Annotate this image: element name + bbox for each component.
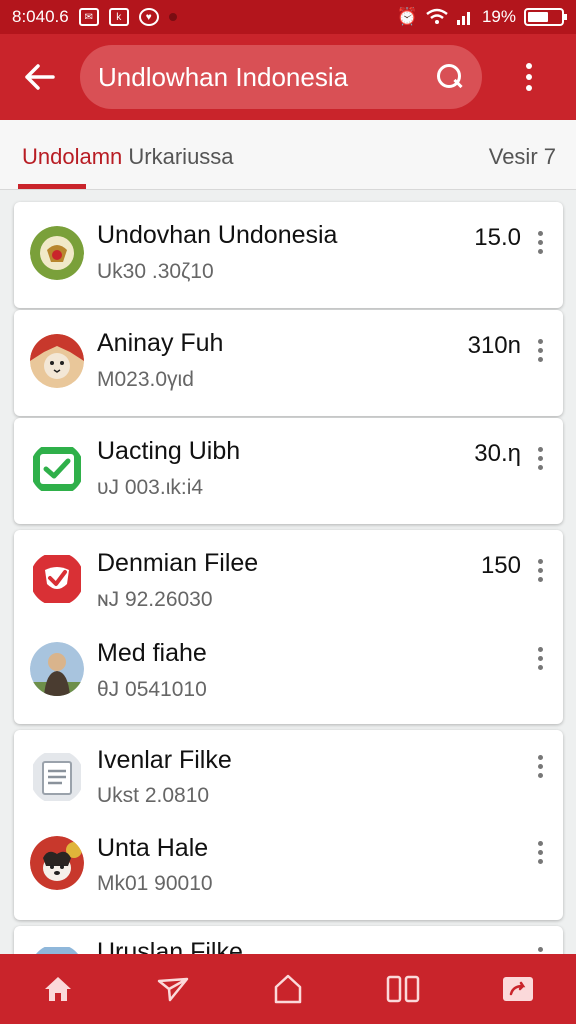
send-icon <box>157 977 189 1002</box>
tab-secondary-label: Urkariussa <box>128 144 234 169</box>
item-title: Unta Hale <box>97 834 209 862</box>
file-card: Ivenlar Filke Ukst 2.0810 Unta Hale Mk01… <box>14 730 563 920</box>
nav-send[interactable] <box>143 959 203 1019</box>
item-more-button[interactable] <box>527 838 553 866</box>
nav-house[interactable] <box>258 959 318 1019</box>
overflow-menu-button[interactable] <box>482 34 576 120</box>
wifi-icon <box>426 8 448 24</box>
file-card: Denmian Filee ɴJ 92.26030 150 Med fiahe … <box>14 530 563 724</box>
alarm-icon: ⏰ <box>396 7 418 26</box>
search-field[interactable]: Undlowhan Indonesia <box>80 45 482 109</box>
list-item[interactable]: Ivenlar Filke Ukst 2.0810 <box>14 730 563 822</box>
more-vert-icon <box>537 446 543 470</box>
tab-active[interactable]: Undolamn Urkariussa <box>22 144 234 170</box>
back-button[interactable] <box>0 34 80 120</box>
more-vert-icon <box>537 338 543 362</box>
status-time: 8:040.6 <box>12 7 69 26</box>
item-title: Aninay Fuh <box>97 329 224 357</box>
list-item[interactable]: Med fiahe θJ 0541010 <box>14 628 563 724</box>
notification-icon: ✉ <box>78 8 99 26</box>
file-card: Aninay Fuh M023.0γιd 310n <box>14 310 563 416</box>
arrow-left-icon <box>25 64 55 90</box>
more-vert-icon <box>537 558 543 582</box>
item-subtitle: ɴJ 92.26030 <box>97 588 213 611</box>
list-item[interactable]: Unta Hale Mk01 90010 <box>14 822 563 920</box>
dog-photo-icon <box>30 836 84 890</box>
item-title: Ivenlar Filke <box>97 746 232 774</box>
more-vert-icon <box>537 230 543 254</box>
search-icon[interactable] <box>434 62 464 92</box>
nav-cast[interactable] <box>488 959 548 1019</box>
item-subtitle: M023.0γιd <box>97 368 194 391</box>
version-label[interactable]: Vesir 7 <box>489 144 556 170</box>
shield-check-icon <box>33 555 81 603</box>
document-icon <box>33 753 81 801</box>
item-more-button[interactable] <box>527 444 553 472</box>
tab-bar: Undolamn Urkariussa Vesir 7 <box>0 120 576 190</box>
item-subtitle: Uk30 .30ζ10 <box>97 260 214 283</box>
item-title: Denmian Filee <box>97 549 259 577</box>
file-card: Undovhan Undonesia Uk30 .30ζ10 15.0 <box>14 202 563 308</box>
more-vert-icon <box>537 840 543 864</box>
status-dot <box>168 13 177 21</box>
item-more-button[interactable] <box>527 228 553 256</box>
item-subtitle: θJ 0541010 <box>97 678 207 701</box>
search-input[interactable]: Undlowhan Indonesia <box>98 62 434 93</box>
list-item[interactable]: Undovhan Undonesia Uk30 .30ζ10 15.0 <box>14 202 563 308</box>
list-item[interactable]: Denmian Filee ɴJ 92.26030 150 <box>14 530 563 628</box>
shield-notification-icon: ♥ <box>138 8 159 26</box>
battery-percent: 19% <box>481 7 516 26</box>
item-subtitle: Ukst 2.0810 <box>97 784 210 807</box>
item-value: 15.0 <box>474 224 521 251</box>
bottom-navigation <box>0 954 576 1024</box>
item-value: 30.η <box>474 440 521 467</box>
more-vert-icon <box>537 754 543 778</box>
item-more-button[interactable] <box>527 752 553 780</box>
item-subtitle: Mk01 90010 <box>97 872 213 895</box>
tab-indicator <box>18 184 86 189</box>
list-item[interactable]: Aninay Fuh M023.0γιd 310n <box>14 310 563 416</box>
item-title: Uacting Uibh <box>97 437 241 465</box>
item-value: 150 <box>480 552 521 579</box>
status-bar: 8:040.6 ✉ k ♥ ⏰ 19% <box>0 0 576 34</box>
app-bar: Undlowhan Indonesia <box>0 34 576 120</box>
item-title: Undovhan Undonesia <box>97 221 338 249</box>
more-vert-icon <box>526 63 532 91</box>
item-more-button[interactable] <box>527 556 553 584</box>
emblem-icon <box>30 226 84 280</box>
item-more-button[interactable] <box>527 644 553 672</box>
cat-portrait-icon <box>30 334 84 388</box>
person-photo-icon <box>30 642 84 696</box>
nav-columns[interactable] <box>373 959 433 1019</box>
home-icon <box>44 977 71 1001</box>
item-title: Med fiahe <box>97 639 207 667</box>
item-value: 310n <box>467 332 521 359</box>
item-more-button[interactable] <box>527 336 553 364</box>
more-vert-icon <box>537 646 543 670</box>
check-square-icon <box>33 447 81 491</box>
item-subtitle: υJ 003.ιk:i4 <box>97 476 204 499</box>
signal-icon <box>456 12 470 25</box>
battery-icon <box>524 8 567 26</box>
tab-active-label: Undolamn <box>22 144 123 169</box>
house-outline-icon <box>274 974 302 1004</box>
columns-icon <box>386 975 420 1003</box>
file-card: Uacting Uibh υJ 003.ιk:i4 30.η <box>14 418 563 524</box>
nav-home[interactable] <box>28 959 88 1019</box>
list-item[interactable]: Uacting Uibh υJ 003.ιk:i4 30.η <box>14 418 563 524</box>
app-notification-icon: k <box>108 8 129 26</box>
cast-icon <box>503 977 534 1001</box>
